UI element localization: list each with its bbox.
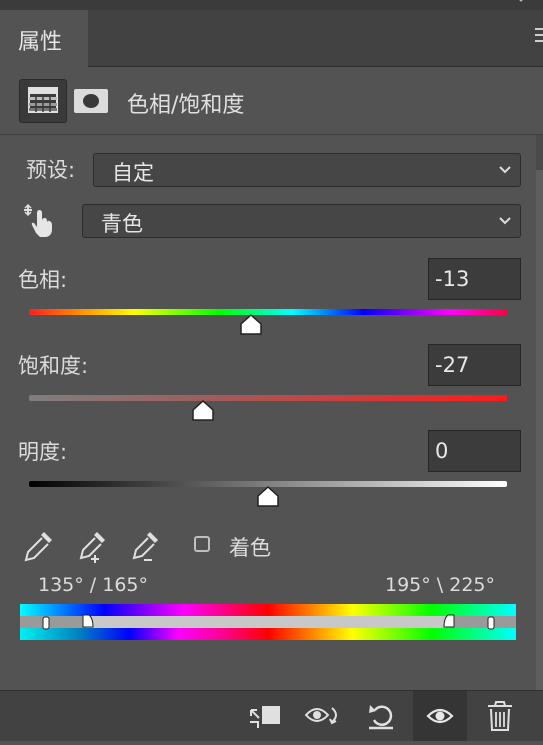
saturation-slider-track[interactable] bbox=[29, 395, 507, 401]
clip-to-layer-icon[interactable] bbox=[247, 699, 283, 733]
mask-icon[interactable] bbox=[74, 89, 108, 113]
eyedropper-plus-icon[interactable] bbox=[75, 528, 109, 564]
preset-select[interactable]: 自定 bbox=[93, 153, 521, 187]
colorize-label[interactable]: 着色 bbox=[229, 532, 271, 562]
eyedropper-minus-icon[interactable] bbox=[128, 528, 162, 564]
hue-value: -13 bbox=[435, 267, 470, 291]
range-end-marker[interactable] bbox=[442, 614, 456, 628]
visibility-eye-icon[interactable] bbox=[413, 691, 467, 741]
saturation-value: -27 bbox=[435, 353, 470, 377]
lightness-slider-thumb[interactable] bbox=[256, 486, 280, 508]
collapse-arrows-icon[interactable] bbox=[517, 0, 525, 4]
hue-saturation-icon[interactable] bbox=[19, 79, 67, 123]
output-color-bar bbox=[20, 628, 516, 640]
hue-input[interactable]: -13 bbox=[428, 258, 521, 300]
scrollbar-thumb[interactable] bbox=[536, 170, 543, 690]
lightness-value: 0 bbox=[435, 439, 449, 463]
panel-menu-icon[interactable] bbox=[535, 28, 543, 48]
range-readout-left: 135° / 165° bbox=[38, 574, 149, 596]
channel-value: 青色 bbox=[101, 212, 143, 236]
lightness-input[interactable]: 0 bbox=[428, 430, 521, 472]
panel-tab-bar: 属性 bbox=[0, 10, 543, 67]
preset-label: 预设: bbox=[26, 158, 76, 182]
reset-icon[interactable] bbox=[365, 699, 401, 733]
preset-value: 自定 bbox=[112, 161, 154, 185]
chevron-down-icon bbox=[499, 217, 511, 225]
channel-select[interactable]: 青色 bbox=[82, 204, 521, 238]
saturation-input[interactable]: -27 bbox=[428, 344, 521, 386]
panel-top-strip bbox=[0, 0, 543, 10]
hue-label: 色相: bbox=[18, 268, 68, 292]
trash-icon[interactable] bbox=[482, 699, 518, 733]
saturation-label: 饱和度: bbox=[18, 354, 89, 378]
range-falloff-right-marker[interactable] bbox=[487, 616, 495, 630]
range-falloff-left-marker[interactable] bbox=[42, 616, 50, 630]
chevron-down-icon bbox=[499, 166, 511, 174]
range-slider-selected[interactable] bbox=[86, 616, 446, 628]
view-previous-state-icon[interactable] bbox=[304, 699, 340, 733]
range-start-marker[interactable] bbox=[81, 614, 95, 628]
saturation-slider-thumb[interactable] bbox=[191, 400, 215, 422]
tools-row: 着色 bbox=[0, 528, 543, 568]
range-readout-right: 195° \ 225° bbox=[385, 574, 496, 596]
eyedropper-icon[interactable] bbox=[22, 528, 56, 564]
tab-properties-label: 属性 bbox=[18, 30, 63, 55]
targeted-adjustment-hand-icon[interactable] bbox=[22, 203, 56, 239]
hue-slider-track[interactable] bbox=[29, 309, 507, 315]
lightness-label: 明度: bbox=[18, 440, 68, 464]
hue-slider-thumb[interactable] bbox=[239, 314, 263, 336]
colorize-checkbox[interactable] bbox=[194, 536, 210, 552]
properties-header: 色相/饱和度 bbox=[0, 67, 543, 135]
bottom-toolbar bbox=[0, 690, 543, 741]
adjustment-title: 色相/饱和度 bbox=[127, 93, 245, 118]
tab-properties[interactable]: 属性 bbox=[0, 10, 88, 67]
